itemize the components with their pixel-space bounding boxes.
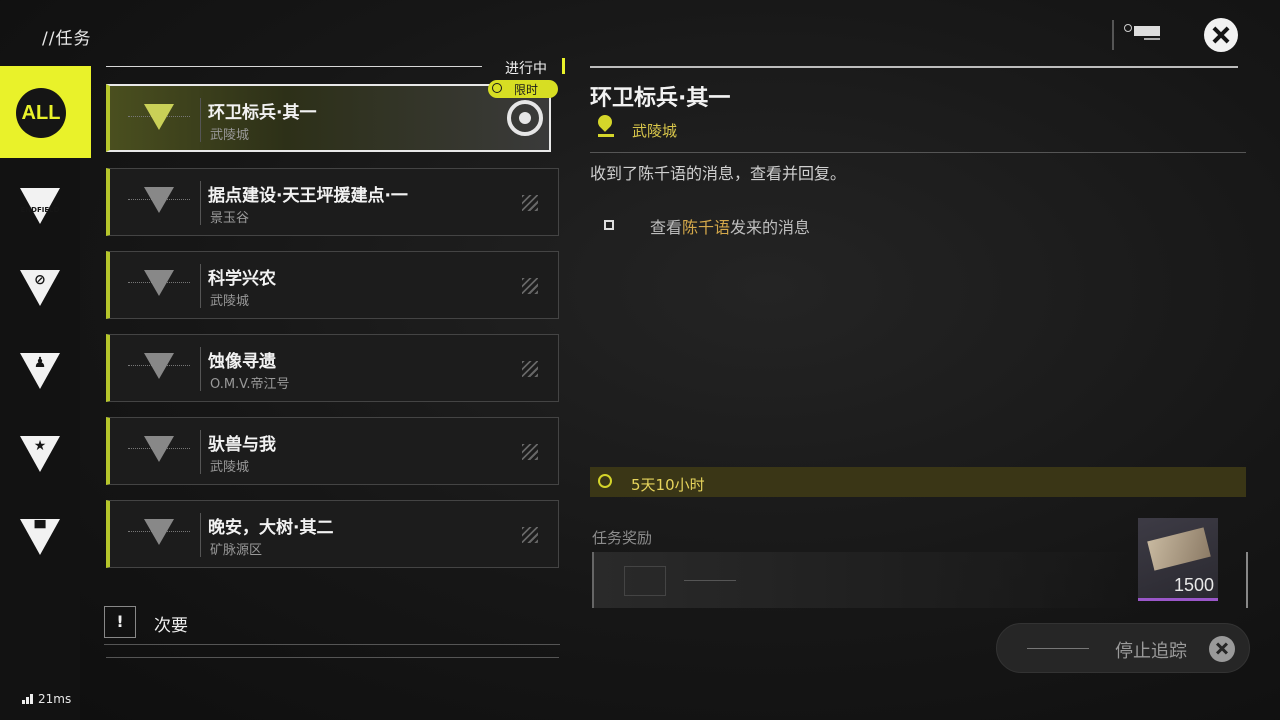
card-separator — [200, 430, 201, 474]
quest-card[interactable]: 晚安，大树·其二 矿脉源区 — [106, 500, 559, 568]
category-all-tab[interactable]: ALL — [0, 66, 91, 158]
close-circle-icon — [1209, 636, 1235, 662]
category-character-tab[interactable]: ♟ — [0, 333, 80, 413]
quest-card[interactable]: 驮兽与我 武陵城 — [106, 417, 559, 485]
quest-title: 据点建设·天王坪援建点·一 — [208, 186, 408, 206]
limited-time-badge: 限时 — [488, 80, 558, 98]
person-icon: ♟ — [33, 355, 47, 371]
quest-location: O.M.V.帝江号 — [210, 377, 290, 392]
quest-location: 武陵城 — [210, 294, 250, 309]
secondary-divider — [104, 644, 560, 645]
status-in-progress-label: 进行中 — [505, 61, 547, 77]
secondary-alert-icon: ! — [104, 606, 136, 638]
objective-highlight: 陈千语 — [682, 218, 731, 237]
category-all-label: ALL — [16, 88, 66, 138]
quest-emblem-icon — [144, 436, 174, 462]
quest-emblem-icon — [144, 104, 174, 130]
objective-text: 查看陈千语发来的消息 — [650, 214, 810, 238]
quest-title: 科学兴农 — [208, 269, 276, 289]
hatch-icon — [522, 444, 538, 460]
ping-readout: 21ms — [38, 692, 72, 706]
quest-card[interactable]: 科学兴农 武陵城 — [106, 251, 559, 319]
page-title: //任务 — [42, 29, 92, 49]
hatch-icon — [522, 361, 538, 377]
quest-title: 晚安，大树·其二 — [208, 518, 334, 538]
status-divider — [106, 66, 482, 67]
detail-description: 收到了陈千语的消息，查看并回复。 — [590, 164, 847, 183]
quest-title: 蚀像寻遗 — [208, 352, 276, 372]
quest-emblem-icon — [144, 270, 174, 296]
button-line — [1027, 648, 1089, 649]
quest-title: 驮兽与我 — [208, 435, 276, 455]
detail-title: 环卫标兵·其一 — [590, 86, 731, 111]
quest-location: 矿脉源区 — [210, 543, 263, 558]
card-separator — [200, 264, 201, 308]
header-divider — [590, 66, 1238, 68]
quest-emblem-icon — [144, 187, 174, 213]
objective-prefix: 查看 — [650, 218, 683, 237]
quest-card[interactable]: 蚀像寻遗 O.M.V.帝江号 — [106, 334, 559, 402]
region-glyph-icon: ⊘ — [34, 272, 46, 288]
hatch-icon — [522, 195, 538, 211]
detail-divider — [590, 152, 1246, 153]
limited-label: 限时 — [514, 83, 539, 97]
card-separator — [200, 98, 201, 142]
location-pin-icon — [595, 112, 615, 132]
quest-card[interactable]: 环卫标兵·其一 武陵城 — [106, 84, 551, 152]
timer-icon — [598, 474, 612, 488]
category-star-tab[interactable]: ★ — [0, 416, 80, 496]
reward-scroll-edge — [1246, 552, 1248, 608]
reward-ghost-line — [684, 580, 736, 581]
hatch-icon — [522, 278, 538, 294]
category-endfield-label: ENDFIELD — [20, 206, 60, 214]
time-remaining: 5天10小时 — [631, 476, 705, 494]
signal-icon — [22, 694, 34, 704]
stop-tracking-label: 停止追踪 — [1115, 641, 1187, 662]
card-separator — [200, 513, 201, 557]
objective-checkbox-icon — [604, 220, 614, 230]
close-button[interactable] — [1204, 18, 1238, 52]
reward-currency-item[interactable]: 1500 — [1138, 518, 1218, 601]
star-icon: ★ — [33, 438, 47, 454]
reward-ghost-icon — [624, 566, 666, 596]
card-separator — [200, 347, 201, 391]
reward-section-label: 任务奖励 — [592, 529, 653, 547]
category-facility-tab[interactable]: ▀ — [0, 499, 80, 579]
quest-location: 武陵城 — [210, 460, 250, 475]
currency-bill-icon — [1147, 527, 1211, 571]
status-accent-bar — [562, 58, 565, 74]
quest-card[interactable]: 据点建设·天王坪援建点·一 景玉谷 — [106, 168, 559, 236]
detail-location: 武陵城 — [632, 122, 678, 140]
quest-title: 环卫标兵·其一 — [208, 103, 317, 123]
location-pin-base — [598, 134, 614, 137]
category-endfield-tab[interactable]: ENDFIELD — [0, 168, 80, 248]
objective-suffix: 发来的消息 — [730, 218, 811, 237]
list-scroll-edge — [106, 657, 559, 662]
quest-emblem-icon — [144, 519, 174, 545]
quest-emblem-icon — [144, 353, 174, 379]
tracking-target-icon — [507, 100, 543, 136]
hatch-icon — [522, 527, 538, 543]
clock-icon — [492, 83, 502, 93]
quest-location: 武陵城 — [210, 128, 250, 143]
quest-location: 景玉谷 — [210, 211, 250, 226]
reward-quantity: 1500 — [1173, 575, 1214, 595]
hud-status-icon — [1112, 20, 1178, 50]
stop-tracking-button[interactable]: 停止追踪 — [996, 623, 1250, 673]
card-separator — [200, 181, 201, 225]
reward-strip — [592, 552, 1136, 608]
building-icon: ▀ — [34, 521, 46, 537]
secondary-section-header[interactable]: 次要 — [154, 611, 188, 636]
category-region-tab[interactable]: ⊘ — [0, 250, 80, 330]
